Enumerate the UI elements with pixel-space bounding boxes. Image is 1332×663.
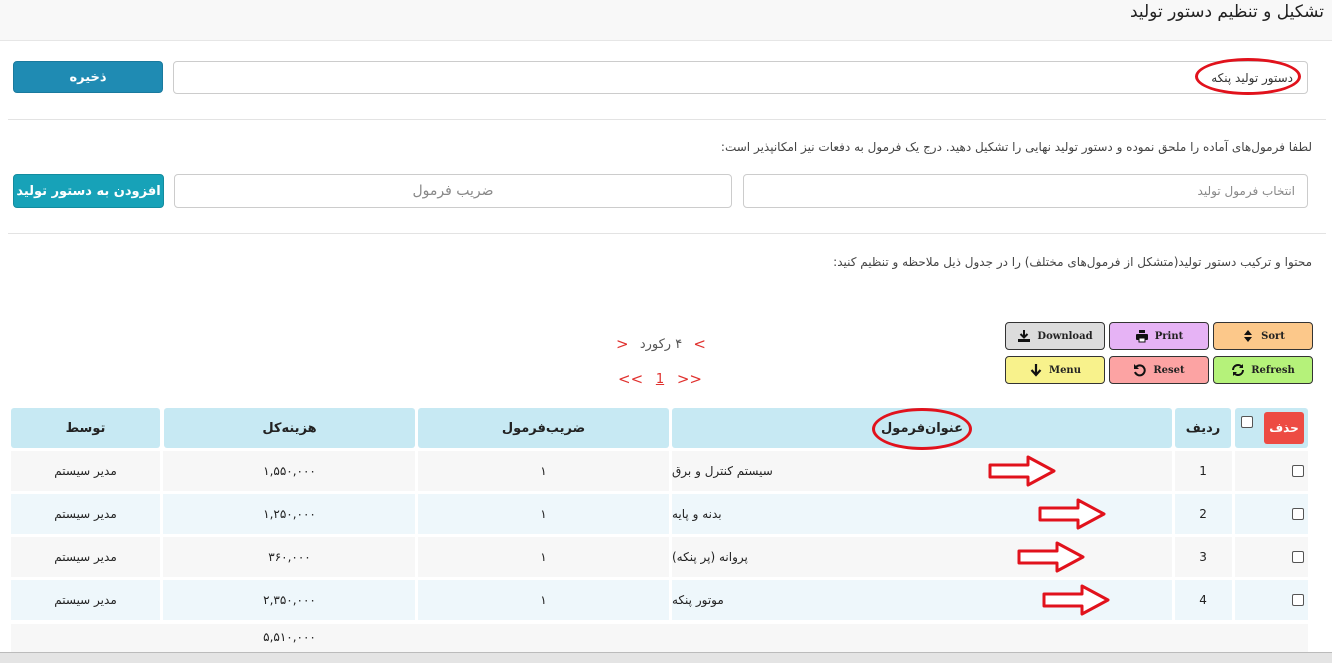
pager-prev-icon[interactable]: <: [616, 335, 629, 353]
formula-coefficient-input[interactable]: ضریب فرمول: [174, 174, 732, 208]
pager-records: > ۴ رکورد <: [616, 334, 706, 354]
cell-title: پروانه (پر پنکه): [672, 550, 748, 564]
row-separator: [11, 491, 1308, 494]
menu-label: Menu: [1049, 364, 1081, 376]
cell-row: 4: [1199, 593, 1207, 607]
cell-row: 3: [1199, 550, 1207, 564]
status-bar: [0, 652, 1332, 663]
sort-button[interactable]: Sort: [1213, 322, 1313, 350]
annotation-arrow-icon: [988, 455, 1056, 487]
page-link-1[interactable]: 1: [656, 372, 664, 387]
cell-coef: ۱: [540, 507, 547, 521]
cell-coef: ۱: [540, 593, 547, 607]
cell-cost: ۱,۵۵۰,۰۰۰: [263, 464, 316, 478]
pager-first-icon[interactable]: <<: [618, 370, 643, 388]
content-help-text: محتوا و ترکیب دستور تولید(متشکل از فرمول…: [833, 255, 1312, 269]
download-icon: [1018, 330, 1031, 342]
cell-by: مدیر سیستم: [54, 507, 117, 521]
sort-label: Sort: [1261, 330, 1285, 342]
record-count: ۴ رکورد: [639, 336, 683, 352]
print-button[interactable]: Print: [1109, 322, 1209, 350]
annotation-arrow-icon: [1017, 541, 1085, 573]
formula-help-text: لطفا فرمول‌های آماده را ملحق نموده و دست…: [720, 140, 1312, 154]
annotation-ellipse: [1195, 58, 1301, 95]
add-to-order-button[interactable]: افزودن به دستور تولید: [13, 174, 164, 208]
page-title: تشکیل و تنظیم دستور تولید: [1129, 2, 1324, 22]
divider: [8, 233, 1326, 234]
pager-next-icon[interactable]: >: [693, 335, 706, 353]
header-row-number: ردیف: [1175, 408, 1231, 448]
annotation-ellipse: [872, 408, 972, 450]
pager-last-icon[interactable]: >>: [677, 370, 702, 388]
refresh-label: Refresh: [1251, 364, 1295, 376]
row-separator: [11, 534, 1308, 537]
order-name-input[interactable]: دستور تولید پنکه: [173, 61, 1308, 94]
refresh-icon: [1232, 364, 1245, 376]
cell-title: سیستم کنترل و برق: [672, 464, 773, 478]
refresh-button[interactable]: Refresh: [1213, 356, 1313, 384]
cell-cost: ۱,۲۵۰,۰۰۰: [263, 507, 316, 521]
cell-by: مدیر سیستم: [54, 593, 117, 607]
row-checkbox[interactable]: [1292, 551, 1304, 563]
annotation-arrow-icon: [1038, 498, 1106, 530]
reset-label: Reset: [1153, 364, 1185, 376]
pager-pages: << 1 >>: [618, 369, 702, 389]
total-cost-value: ۵,۵۱۰,۰۰۰: [263, 630, 316, 644]
cell-coef: ۱: [540, 464, 547, 478]
cell-row: 1: [1199, 464, 1207, 478]
arrow-down-icon: [1030, 364, 1042, 377]
row-checkbox[interactable]: [1292, 594, 1304, 606]
cell-cost: ۲,۳۵۰,۰۰۰: [263, 593, 316, 607]
divider: [8, 119, 1326, 120]
download-label: Download: [1037, 330, 1093, 342]
header-total-cost[interactable]: هزینه‌کل: [164, 408, 415, 448]
reset-button[interactable]: Reset: [1109, 356, 1209, 384]
undo-icon: [1134, 364, 1146, 377]
menu-button[interactable]: Menu: [1005, 356, 1105, 384]
row-checkbox[interactable]: [1292, 508, 1304, 520]
save-button[interactable]: ذخیره: [13, 61, 163, 93]
annotation-arrow-icon: [1042, 584, 1110, 616]
cell-cost: ۳۶۰,۰۰۰: [268, 550, 311, 564]
select-all-checkbox[interactable]: [1241, 416, 1253, 428]
header-coefficient[interactable]: ضریب‌فرمول: [418, 408, 669, 448]
cell-by: مدیر سیستم: [54, 550, 117, 564]
row-separator: [11, 577, 1308, 580]
formula-select[interactable]: انتخاب فرمول تولید: [743, 174, 1308, 208]
cell-coef: ۱: [540, 550, 547, 564]
print-icon: [1135, 330, 1148, 343]
download-button[interactable]: Download: [1005, 322, 1105, 350]
select-all-header: حذف: [1235, 408, 1308, 448]
header-by[interactable]: توسط: [11, 408, 160, 448]
delete-button[interactable]: حذف: [1264, 412, 1304, 444]
row-checkbox[interactable]: [1292, 465, 1304, 477]
print-label: Print: [1154, 330, 1184, 342]
cell-by: مدیر سیستم: [54, 464, 117, 478]
cell-row: 2: [1199, 507, 1207, 521]
sort-icon: [1244, 330, 1253, 342]
